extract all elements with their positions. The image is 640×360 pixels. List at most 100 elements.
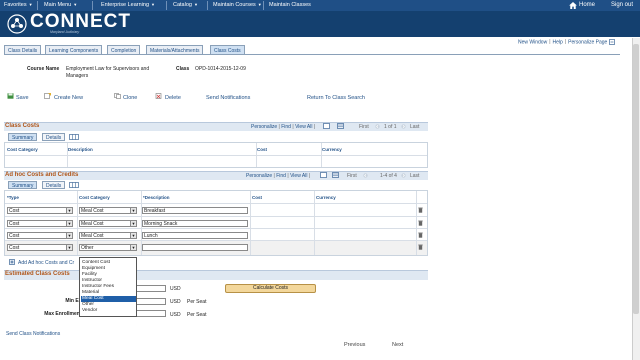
send-class-notifications-link[interactable]: Send Class Notifications bbox=[6, 331, 60, 337]
class-costs-tab-details[interactable]: Details bbox=[42, 133, 66, 141]
adhoc-row-description-input[interactable]: Morning Snack bbox=[142, 220, 248, 227]
adhoc-row-category-select[interactable]: Other ▼ bbox=[79, 244, 137, 251]
next-link[interactable]: Next bbox=[392, 342, 403, 348]
menu-catalog[interactable]: Catalog ▼ bbox=[173, 2, 198, 8]
save-button[interactable]: Save bbox=[16, 95, 29, 101]
save-icon[interactable] bbox=[7, 93, 14, 99]
help-link[interactable]: Help bbox=[553, 39, 563, 45]
previous-link[interactable]: Previous bbox=[344, 342, 365, 348]
class-costs-prev-icon[interactable] bbox=[375, 124, 380, 129]
chevron-down-icon: ▼ bbox=[130, 245, 136, 250]
adhoc-prev-icon[interactable] bbox=[363, 173, 368, 178]
class-costs-col-cost[interactable]: Cost bbox=[257, 147, 267, 152]
menu-enterprise-learning[interactable]: Enterprise Learning ▼ bbox=[101, 2, 155, 8]
menu-maintain-courses[interactable]: Maintain Courses ▼ bbox=[213, 2, 262, 8]
clone-button[interactable]: Clone bbox=[123, 95, 137, 101]
add-icon[interactable] bbox=[9, 259, 15, 265]
menu-favorites[interactable]: Favorites ▼ bbox=[4, 2, 33, 8]
adhoc-col-currency[interactable]: Currency bbox=[316, 195, 336, 200]
adhoc-view-all-link[interactable]: View All bbox=[290, 173, 307, 179]
create-new-button[interactable]: Create New bbox=[54, 95, 83, 101]
trash-icon[interactable] bbox=[418, 244, 423, 250]
estimated-costs-title: Estimated Class Costs bbox=[5, 271, 70, 277]
class-costs-col-currency[interactable]: Currency bbox=[322, 147, 342, 152]
logo-icon bbox=[7, 14, 27, 34]
class-costs-last[interactable]: Last bbox=[410, 124, 419, 130]
clone-icon[interactable] bbox=[114, 93, 121, 99]
send-notifications-link[interactable]: Send Notifications bbox=[206, 95, 250, 101]
home-link[interactable]: Home bbox=[579, 2, 595, 8]
adhoc-last[interactable]: Last bbox=[410, 173, 419, 179]
class-costs-personalize-link[interactable]: Personalize bbox=[251, 124, 277, 130]
class-costs-zoom-icon[interactable] bbox=[323, 123, 330, 129]
page-links: New Window | Help | Personalize Page bbox=[518, 39, 615, 45]
expand-icon[interactable] bbox=[608, 39, 615, 45]
adhoc-zoom-icon[interactable] bbox=[320, 172, 327, 178]
class-costs-show-all-icon[interactable] bbox=[69, 134, 79, 140]
adhoc-row-category-select[interactable]: Meal Cost ▼ bbox=[79, 207, 137, 214]
max-currency: USD bbox=[170, 312, 181, 318]
class-costs-col-description[interactable]: Description bbox=[68, 147, 93, 152]
add-adhoc-costs-link[interactable]: Add Ad hoc Costs and Cr bbox=[18, 260, 74, 266]
create-new-icon[interactable] bbox=[44, 93, 51, 99]
trash-icon[interactable] bbox=[418, 207, 423, 213]
max-enrollment-cost-input[interactable] bbox=[136, 310, 166, 317]
adhoc-col-type[interactable]: *Type bbox=[7, 195, 19, 200]
chevron-down-icon: ▼ bbox=[66, 221, 72, 226]
adhoc-personalize-link[interactable]: Personalize bbox=[246, 173, 272, 179]
adhoc-title: Ad hoc Costs and Credits bbox=[5, 172, 79, 178]
adhoc-row-type-select[interactable]: Cost ▼ bbox=[7, 207, 73, 214]
min-currency: USD bbox=[170, 299, 181, 305]
adhoc-row-description-input[interactable]: Lunch bbox=[142, 232, 248, 239]
adhoc-tab-summary[interactable]: Summary bbox=[8, 181, 38, 189]
adhoc-row-category-select[interactable]: Meal Cost ▼ bbox=[79, 220, 137, 227]
adhoc-find-link[interactable]: Find bbox=[276, 173, 286, 179]
min-enrollment-cost-input[interactable] bbox=[136, 298, 166, 305]
class-costs-tab-summary[interactable]: Summary bbox=[8, 133, 38, 141]
trash-icon[interactable] bbox=[418, 220, 423, 226]
adhoc-next-icon[interactable] bbox=[401, 173, 406, 178]
adhoc-row-type-select[interactable]: Cost ▼ bbox=[7, 232, 73, 239]
class-costs-col-category[interactable]: Cost Category bbox=[7, 147, 38, 152]
adhoc-col-category[interactable]: Cost Category bbox=[79, 195, 110, 200]
return-to-class-search-link[interactable]: Return To Class Search bbox=[307, 95, 365, 101]
chevron-down-icon: ▼ bbox=[66, 245, 72, 250]
class-costs-view-all-link[interactable]: View All bbox=[295, 124, 312, 130]
adhoc-row-description-input[interactable] bbox=[142, 244, 248, 251]
adhoc-download-icon[interactable] bbox=[332, 172, 339, 178]
adhoc-row-description-input[interactable]: Breakfast bbox=[142, 207, 248, 214]
delete-button[interactable]: Delete bbox=[165, 95, 181, 101]
chevron-down-icon: ▼ bbox=[66, 208, 72, 213]
signout-link[interactable]: Sign out bbox=[611, 2, 633, 8]
dropdown-option[interactable]: Vendor bbox=[81, 308, 136, 314]
adhoc-first[interactable]: First bbox=[347, 173, 357, 179]
class-costs-grid-controls: Personalize | Find | View All | bbox=[251, 124, 316, 130]
class-costs-find-link[interactable]: Find bbox=[281, 124, 291, 130]
menu-main-menu[interactable]: Main Menu ▼ bbox=[44, 2, 77, 8]
menu-maintain-classes[interactable]: Maintain Classes bbox=[269, 2, 311, 8]
top-navigation-bar: Favorites ▼ Main Menu ▼ Enterprise Learnin… bbox=[0, 0, 640, 11]
chevron-down-icon: ▼ bbox=[130, 233, 136, 238]
class-costs-first[interactable]: First bbox=[359, 124, 369, 130]
course-name-label: Course Name bbox=[27, 66, 60, 72]
chevron-down-icon: ▼ bbox=[130, 208, 136, 213]
class-costs-next-icon[interactable] bbox=[401, 124, 406, 129]
adhoc-col-description[interactable]: *Description bbox=[143, 195, 170, 200]
adhoc-row-type-select[interactable]: Cost ▼ bbox=[7, 244, 73, 251]
delete-icon[interactable] bbox=[155, 93, 162, 99]
adhoc-col-cost[interactable]: Cost bbox=[252, 195, 262, 200]
scrollbar-thumb[interactable] bbox=[633, 44, 639, 314]
new-window-link[interactable]: New Window bbox=[518, 39, 547, 45]
adhoc-tab-details[interactable]: Details bbox=[42, 181, 66, 189]
home-icon[interactable] bbox=[569, 2, 577, 9]
cost-category-dropdown[interactable]: Content Cost Equipment Facility Instruct… bbox=[79, 257, 137, 317]
adhoc-row-type-select[interactable]: Cost ▼ bbox=[7, 220, 73, 227]
tab-divider bbox=[4, 54, 620, 55]
calculate-costs-button[interactable]: Calculate Costs bbox=[225, 284, 316, 293]
total-cost-input[interactable] bbox=[136, 285, 166, 292]
class-costs-download-icon[interactable] bbox=[337, 123, 344, 129]
personalize-page-link[interactable]: Personalize Page bbox=[568, 39, 607, 45]
adhoc-show-all-icon[interactable] bbox=[69, 182, 79, 188]
adhoc-row-category-select[interactable]: Meal Cost ▼ bbox=[79, 232, 137, 239]
trash-icon[interactable] bbox=[418, 232, 423, 238]
